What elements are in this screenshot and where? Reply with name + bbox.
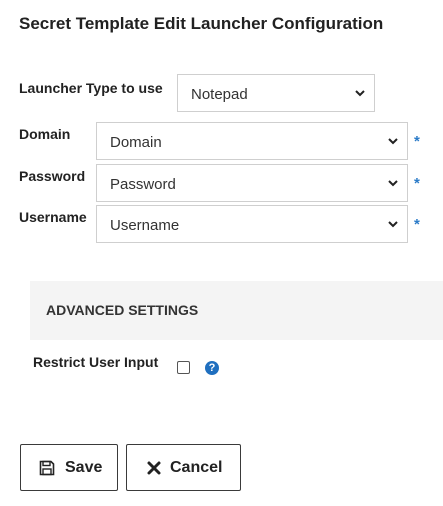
- advanced-settings-header: ADVANCED SETTINGS: [30, 281, 443, 340]
- domain-select[interactable]: Domain: [96, 122, 408, 160]
- username-select[interactable]: Username: [96, 205, 408, 243]
- password-select[interactable]: Password: [96, 164, 408, 202]
- close-icon: [147, 461, 161, 475]
- launcher-type-label: Launcher Type to use: [19, 80, 163, 96]
- domain-label: Domain: [19, 126, 71, 142]
- chevron-down-icon: [388, 138, 398, 145]
- save-button[interactable]: Save: [20, 444, 118, 491]
- launcher-type-value: Notepad: [191, 86, 248, 103]
- save-button-label: Save: [65, 459, 103, 476]
- cancel-button[interactable]: Cancel: [126, 444, 241, 491]
- required-mark: *: [414, 216, 420, 233]
- domain-value: Domain: [110, 134, 162, 151]
- chevron-down-icon: [388, 180, 398, 187]
- help-icon[interactable]: ?: [205, 361, 219, 375]
- required-mark: *: [414, 133, 420, 150]
- page-title: Secret Template Edit Launcher Configurat…: [19, 14, 384, 33]
- username-value: Username: [110, 217, 180, 234]
- cancel-button-label: Cancel: [170, 459, 223, 476]
- password-value: Password: [110, 176, 176, 193]
- launcher-type-select[interactable]: Notepad: [177, 74, 375, 112]
- password-label: Password: [19, 168, 86, 184]
- restrict-user-input-checkbox[interactable]: [177, 361, 190, 374]
- required-mark: *: [414, 175, 420, 192]
- chevron-down-icon: [388, 221, 398, 228]
- username-label: Username: [19, 209, 87, 225]
- chevron-down-icon: [355, 90, 365, 97]
- restrict-user-input-label: Restrict User Input: [33, 354, 159, 370]
- save-icon: [39, 460, 55, 476]
- advanced-settings-title: ADVANCED SETTINGS: [46, 302, 199, 318]
